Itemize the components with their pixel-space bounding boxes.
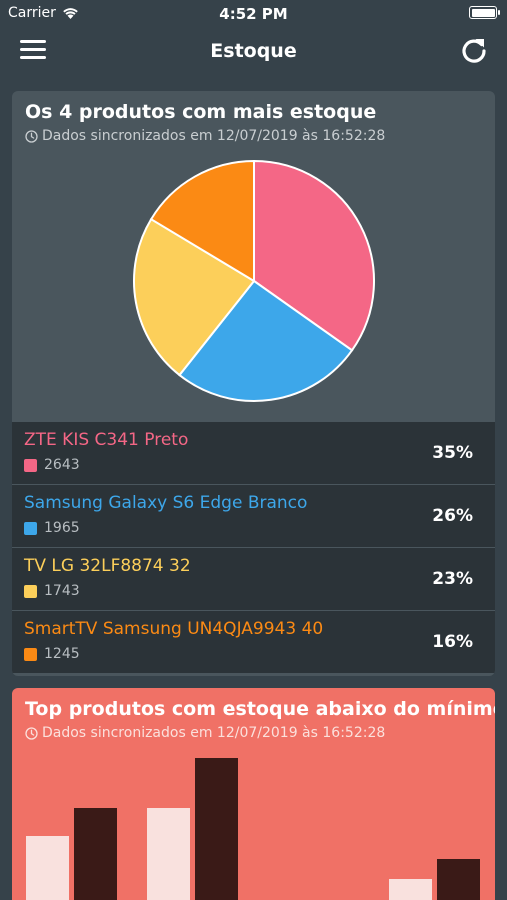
bar[interactable]	[195, 758, 238, 900]
product-name: ZTE KIS C341 Preto	[24, 430, 189, 450]
list-item[interactable]: SmartTV Samsung UN4QJA9943 40 1245 16%	[12, 611, 495, 674]
refresh-icon[interactable]	[459, 36, 489, 66]
color-swatch	[24, 458, 37, 472]
list-item[interactable]: ZTE KIS C341 Preto 2643 35%	[12, 422, 495, 485]
product-percent: 16%	[432, 632, 473, 652]
product-qty: 2643	[24, 457, 80, 473]
color-swatch	[24, 647, 37, 661]
battery-icon	[469, 6, 500, 19]
bar[interactable]	[147, 808, 190, 900]
qty-value: 1245	[44, 646, 80, 662]
page-title: Estoque	[210, 40, 297, 62]
product-name: TV LG 32LF8874 32	[24, 556, 191, 576]
qty-value: 1743	[44, 583, 80, 599]
product-qty: 1245	[24, 646, 80, 662]
product-percent: 26%	[432, 506, 473, 526]
bar[interactable]	[437, 859, 480, 900]
list-item[interactable]: TV LG 32LF8874 32 1743 23%	[12, 548, 495, 611]
status-bar: Carrier 4:52 PM	[0, 0, 507, 28]
qty-value: 1965	[44, 520, 80, 536]
list-item[interactable]: Samsung Galaxy S6 Edge Branco 1965 26%	[12, 485, 495, 548]
color-swatch	[24, 521, 37, 535]
bar[interactable]	[26, 836, 69, 900]
stock-pie-chart	[133, 159, 375, 402]
product-name: Samsung Galaxy S6 Edge Branco	[24, 493, 308, 513]
product-qty: 1743	[24, 583, 80, 599]
product-name: SmartTV Samsung UN4QJA9943 40	[24, 619, 324, 639]
product-percent: 23%	[432, 569, 473, 589]
top-stock-card: Os 4 produtos com mais estoque Dados sin…	[12, 91, 495, 676]
color-swatch	[24, 584, 37, 598]
bar[interactable]	[74, 808, 117, 900]
below-minimum-card: Top produtos com estoque abaixo do mínim…	[12, 688, 495, 900]
product-percent: 35%	[432, 443, 473, 463]
below-minimum-bar-chart	[26, 758, 480, 900]
qty-value: 2643	[44, 457, 80, 473]
navbar: Estoque	[0, 28, 507, 76]
stock-list: ZTE KIS C341 Preto 2643 35% Samsung Gala…	[12, 422, 495, 674]
bar[interactable]	[389, 879, 432, 900]
product-qty: 1965	[24, 520, 80, 536]
status-time: 4:52 PM	[219, 5, 288, 23]
